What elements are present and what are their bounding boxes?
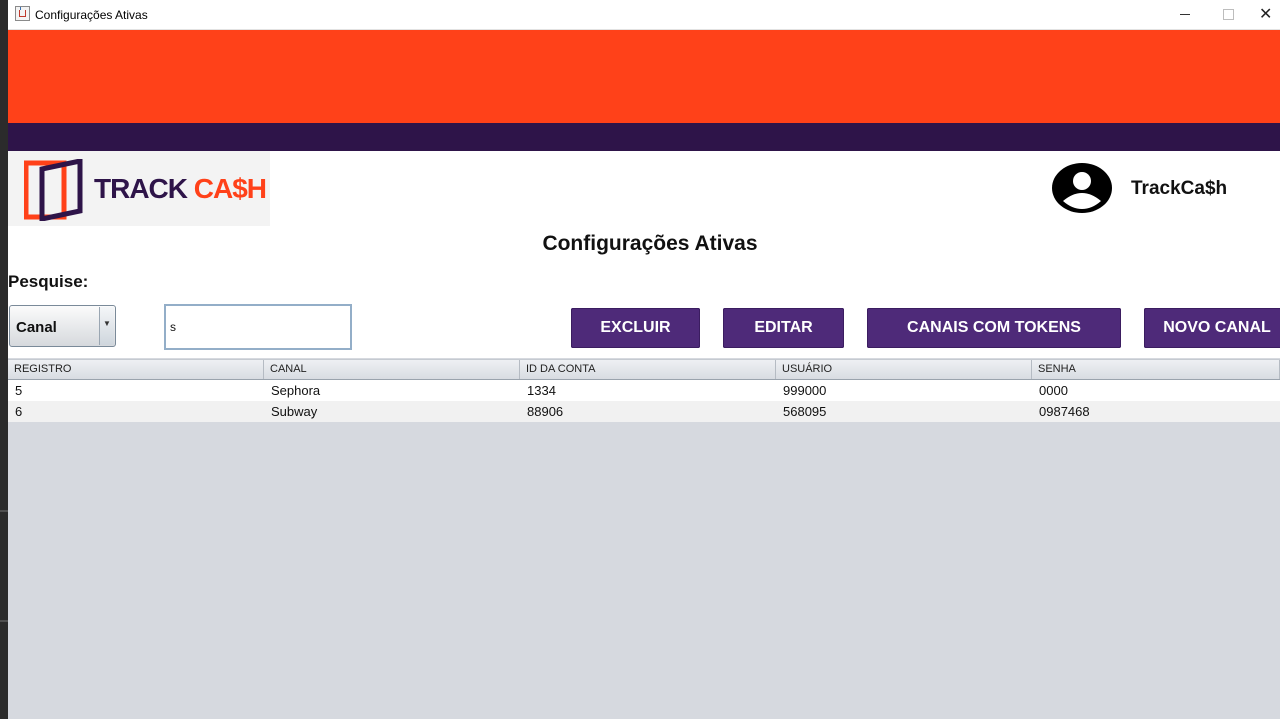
user-avatar-icon[interactable]	[1052, 163, 1112, 213]
column-header-registro[interactable]: REGISTRO	[8, 360, 264, 379]
search-field-select[interactable]: Canal ▼	[9, 305, 116, 347]
table-row[interactable]: 6 Subway 88906 568095 0987468	[8, 401, 1280, 422]
dropdown-arrow[interactable]: ▼	[99, 307, 114, 345]
cell-canal: Subway	[271, 404, 318, 419]
table-header: REGISTRO CANAL ID DA CONTA USUÁRIO SENHA	[8, 359, 1280, 380]
cell-id-conta: 1334	[527, 383, 556, 398]
configurations-table: REGISTRO CANAL ID DA CONTA USUÁRIO SENHA…	[8, 358, 1280, 719]
title-bar: Configurações Ativas ✕	[0, 0, 1280, 30]
cell-usuario: 568095	[783, 404, 827, 419]
desktop-edge	[0, 0, 8, 719]
search-label: Pesquise:	[8, 272, 89, 291]
door-logo-icon	[24, 159, 83, 221]
header-stripe	[0, 123, 1280, 151]
cell-registro: 5	[15, 383, 23, 398]
cell-id-conta: 88906	[527, 404, 564, 419]
search-field-value: Canal	[16, 319, 57, 336]
header-banner	[0, 30, 1280, 123]
chevron-down-icon: ▼	[103, 319, 111, 328]
cell-usuario: 999000	[783, 383, 827, 398]
page-title: Configurações Ativas	[542, 232, 758, 255]
cell-registro: 6	[15, 404, 23, 419]
cell-senha: 0987468	[1039, 404, 1090, 419]
table-row[interactable]: 5 Sephora 1334 999000 0000	[8, 380, 1280, 401]
trackcash-logo: TRACK CA$H	[8, 151, 270, 226]
cell-senha: 0000	[1039, 383, 1068, 398]
window-title: Configurações Ativas	[35, 8, 148, 22]
java-icon	[15, 6, 30, 21]
minimize-button[interactable]	[1162, 0, 1208, 29]
search-input[interactable]	[164, 304, 352, 350]
logo-track-text: TRACK	[94, 173, 188, 204]
channels-with-tokens-button[interactable]: CANAIS COM TOKENS	[867, 308, 1121, 348]
new-channel-button[interactable]: NOVO CANAL	[1144, 308, 1280, 348]
column-header-senha[interactable]: SENHA	[1032, 360, 1280, 379]
close-icon: ✕	[1259, 6, 1273, 23]
edit-button[interactable]: EDITAR	[723, 308, 844, 348]
delete-button[interactable]: EXCLUIR	[571, 308, 700, 348]
logo-cash-text: CA$H	[193, 173, 267, 204]
maximize-button[interactable]	[1205, 0, 1251, 29]
column-header-canal[interactable]: CANAL	[264, 360, 520, 379]
cell-canal: Sephora	[271, 383, 321, 398]
column-header-usuario[interactable]: USUÁRIO	[776, 360, 1032, 379]
close-button[interactable]: ✕	[1248, 0, 1280, 29]
user-name: TrackCa$h	[1131, 178, 1228, 199]
column-header-id-conta[interactable]: ID DA CONTA	[520, 360, 776, 379]
logo-wordmark: TRACK CA$H	[94, 173, 267, 205]
app-window: Configurações Ativas ✕ TRACK CA$H TrackC…	[0, 0, 1280, 719]
